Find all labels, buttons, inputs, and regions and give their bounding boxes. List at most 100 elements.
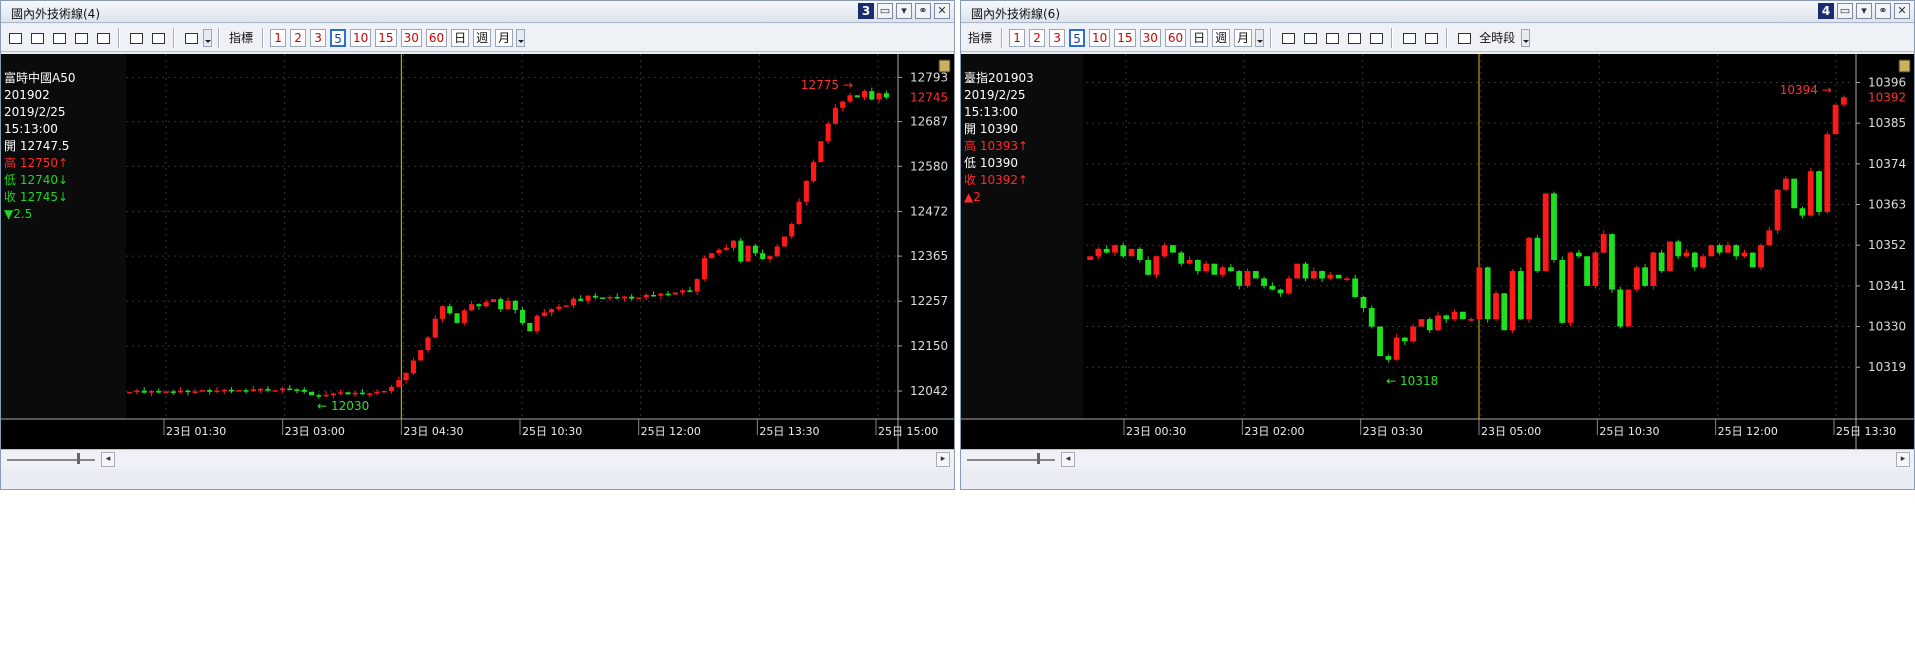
settings-icon[interactable] bbox=[1399, 28, 1418, 47]
symbol-name: 臺指201903 bbox=[964, 71, 1034, 85]
period-dropdown[interactable] bbox=[1255, 28, 1265, 47]
copy-icon[interactable] bbox=[71, 28, 90, 47]
indicator-button[interactable]: 指標 bbox=[968, 29, 992, 46]
period-button[interactable]: 30 bbox=[1139, 28, 1161, 47]
candle-body bbox=[163, 391, 169, 393]
scroll-right-button[interactable]: ▸ bbox=[936, 452, 950, 467]
period-button[interactable]: 月 bbox=[495, 28, 514, 47]
price-chart[interactable]: 12793 12687 12580 12472 12365 12257 12150 12042… bbox=[1, 54, 954, 449]
candle-body bbox=[1824, 134, 1831, 212]
toolbar-divider bbox=[1001, 27, 1004, 48]
period-button[interactable]: 日 bbox=[1190, 28, 1209, 47]
draw-icon[interactable] bbox=[1322, 28, 1341, 47]
period-button[interactable]: 3 bbox=[310, 28, 327, 47]
candle-body bbox=[1087, 256, 1094, 260]
candle-body bbox=[614, 297, 620, 299]
period-button[interactable]: 5 bbox=[1069, 28, 1086, 47]
candle-body bbox=[1310, 271, 1317, 279]
y-tick-label: 10352 bbox=[1868, 238, 1906, 252]
candle-body bbox=[621, 296, 627, 299]
draw-icon[interactable] bbox=[49, 28, 68, 47]
lock-icon bbox=[1898, 59, 1911, 73]
candle-body bbox=[665, 293, 671, 296]
candle-body bbox=[578, 298, 584, 301]
candle-body bbox=[658, 293, 664, 296]
scroll-right-button[interactable]: ▸ bbox=[1896, 452, 1910, 467]
line-chart-icon[interactable] bbox=[181, 28, 200, 47]
close-icon[interactable]: ✕ bbox=[1894, 3, 1910, 19]
scroll-left-button[interactable]: ◂ bbox=[101, 452, 115, 467]
table-icon[interactable] bbox=[1300, 28, 1319, 47]
clipboard-icon[interactable] bbox=[1421, 28, 1440, 47]
quote-time: 15:13:00 bbox=[4, 122, 58, 136]
window-titlebar[interactable]: 國內外技術線(4) 3 ▭ ▾ ⚭ ✕ bbox=[1, 1, 954, 23]
zoom-slider-thumb[interactable] bbox=[1037, 453, 1040, 464]
chart-window-left: 國內外技術線(4) 3 ▭ ▾ ⚭ ✕ 指標 1 2 3 5 10 15 30 60 日週月 1… bbox=[0, 0, 955, 490]
x-tick-label: 25日 13:30 bbox=[1836, 425, 1896, 438]
table-icon[interactable] bbox=[27, 28, 46, 47]
period-dropdown[interactable] bbox=[516, 28, 526, 47]
zoom-slider-thumb[interactable] bbox=[77, 453, 80, 464]
candle-body bbox=[811, 162, 817, 181]
candlestick-chart[interactable]: 10396 10385 10374 10363 10352 10341 10330 10319… bbox=[961, 54, 1914, 449]
zoom-slider-track[interactable] bbox=[7, 459, 95, 461]
price-chart[interactable]: 10396 10385 10374 10363 10352 10341 10330 10319… bbox=[961, 54, 1914, 449]
period-button[interactable]: 1 bbox=[270, 28, 287, 47]
period-button[interactable]: 30 bbox=[400, 28, 422, 47]
dropdown-icon[interactable]: ▾ bbox=[896, 3, 912, 19]
period-button[interactable]: 1 bbox=[1009, 28, 1026, 47]
period-button[interactable]: 2 bbox=[1029, 28, 1046, 47]
scroll-left-button[interactable]: ◂ bbox=[1061, 452, 1075, 467]
line-chart-icon[interactable] bbox=[1454, 28, 1473, 47]
high-annotation: 10394 → bbox=[1780, 83, 1832, 97]
candle-body bbox=[1294, 263, 1301, 279]
period-button[interactable]: 10 bbox=[350, 28, 372, 47]
period-button[interactable]: 60 bbox=[1164, 28, 1187, 47]
link-icon[interactable]: ⚭ bbox=[1875, 3, 1891, 19]
zoom-slider-track[interactable] bbox=[967, 459, 1055, 461]
period-button[interactable]: 3 bbox=[1049, 28, 1066, 47]
candle-body bbox=[1758, 245, 1764, 268]
period-button[interactable]: 月 bbox=[1234, 28, 1253, 47]
period-button[interactable]: 2 bbox=[290, 28, 307, 47]
x-tick-label: 25日 13:30 bbox=[759, 425, 819, 438]
link-icon[interactable]: ⚭ bbox=[915, 3, 931, 19]
period-button[interactable]: 60 bbox=[425, 28, 448, 47]
candle-body bbox=[1716, 245, 1723, 253]
range-dropdown[interactable] bbox=[1521, 28, 1531, 47]
dropdown-icon[interactable]: ▾ bbox=[1856, 3, 1872, 19]
period-button[interactable]: 15 bbox=[1114, 28, 1136, 47]
layout-icon[interactable] bbox=[5, 28, 24, 47]
period-button[interactable]: 日 bbox=[451, 28, 470, 47]
period-button[interactable]: 15 bbox=[375, 28, 397, 47]
print-icon[interactable] bbox=[1366, 28, 1385, 47]
candle-body bbox=[469, 304, 475, 311]
candle-body bbox=[1170, 245, 1176, 253]
quote-info: 富時中國A50 201902 2019/2/25 15:13:00 開 1274… bbox=[4, 70, 75, 223]
period-button[interactable]: 週 bbox=[473, 28, 492, 47]
candle-body bbox=[1244, 271, 1251, 286]
period-button[interactable]: 週 bbox=[1212, 28, 1231, 47]
candle-body bbox=[1782, 178, 1789, 190]
note-icon[interactable]: ▭ bbox=[877, 3, 893, 19]
candle-body bbox=[1128, 248, 1135, 257]
chart-type-dropdown[interactable] bbox=[203, 28, 212, 47]
candle-body bbox=[1584, 256, 1590, 286]
window-titlebar[interactable]: 國內外技術線(6) 4 ▭ ▾ ⚭ ✕ bbox=[961, 1, 1914, 23]
candle-body bbox=[680, 290, 686, 293]
candle-body bbox=[1592, 252, 1599, 286]
copy-icon[interactable] bbox=[1344, 28, 1363, 47]
period-button[interactable]: 5 bbox=[330, 28, 347, 47]
print-icon[interactable] bbox=[93, 28, 112, 47]
clipboard-icon[interactable] bbox=[148, 28, 167, 47]
range-selector[interactable]: 全時段 bbox=[1479, 29, 1515, 46]
close-icon[interactable]: ✕ bbox=[934, 3, 950, 19]
period-button[interactable]: 10 bbox=[1089, 28, 1111, 47]
indicator-button[interactable]: 指標 bbox=[229, 29, 253, 46]
candle-body bbox=[752, 245, 758, 254]
settings-icon[interactable] bbox=[126, 28, 145, 47]
candle-body bbox=[1617, 289, 1624, 327]
candlestick-chart[interactable]: 1279312687125801247212365122571215012042… bbox=[1, 54, 954, 449]
layout-icon[interactable] bbox=[1278, 28, 1297, 47]
note-icon[interactable]: ▭ bbox=[1837, 3, 1853, 19]
